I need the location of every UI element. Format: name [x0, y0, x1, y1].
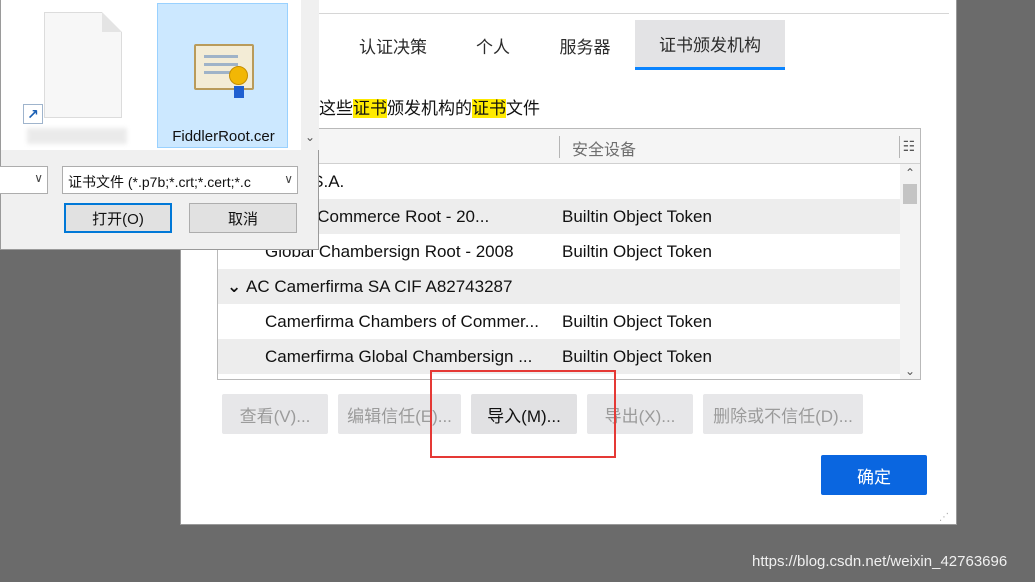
- tab-personal[interactable]: 个人: [451, 20, 535, 70]
- certificate-icon: [194, 44, 254, 98]
- file-item-selected[interactable]: FiddlerRoot.cer: [157, 3, 288, 148]
- file-list[interactable]: ↗ FiddlerRoot.cer: [1, 0, 301, 150]
- chevron-down-icon[interactable]: ∨: [34, 171, 43, 185]
- tree-row[interactable]: Camerfirma Chambers of Commer... Builtin…: [218, 304, 902, 339]
- row-device: Builtin Object Token: [562, 312, 712, 331]
- file-open-dialog: ↗ FiddlerRoot.cer ⌄ ∨ 证书文件 (*.p7b;*.crt;…: [0, 0, 319, 250]
- view-button[interactable]: 查看(V)...: [222, 394, 328, 434]
- desc-highlight-1: 证书: [353, 99, 387, 118]
- desc-highlight-2: 证书: [472, 99, 506, 118]
- tree-row[interactable]: ers of Commerce Root - 20... Builtin Obj…: [218, 199, 902, 234]
- cancel-button[interactable]: 取消: [189, 203, 297, 233]
- tree-row[interactable]: Camerfirma Global Chambersign ... Builti…: [218, 339, 902, 374]
- row-device: Builtin Object Token: [562, 242, 712, 261]
- column-header-security-device[interactable]: 安全设备: [572, 136, 636, 160]
- row-name: AC Camerfirma SA CIF A82743287: [246, 277, 513, 296]
- row-name: Camerfirma Chambers of Commer...: [265, 312, 539, 331]
- desc-part2: 颁发机构的: [387, 99, 472, 118]
- tree-row[interactable]: Global Chambersign Root - 2008 Builtin O…: [218, 234, 902, 269]
- column-separator[interactable]: [559, 136, 560, 158]
- certificate-tree[interactable]: 安全设备 ☷ rfirma S.A. ers of Commerce Root …: [217, 128, 921, 380]
- row-device: Builtin Object Token: [562, 207, 712, 226]
- resize-grip-icon[interactable]: ⋰: [939, 512, 953, 524]
- file-list-scrollbar[interactable]: ⌄: [301, 0, 319, 150]
- column-picker-icon[interactable]: ☷: [900, 135, 918, 157]
- desc-part3: 文件: [506, 99, 540, 118]
- tab-authorities[interactable]: 证书颁发机构: [635, 20, 785, 70]
- open-button[interactable]: 打开(O): [64, 203, 172, 233]
- tab-servers[interactable]: 服务器: [535, 20, 635, 70]
- ok-button[interactable]: 确定: [821, 455, 927, 495]
- blurred-file-name: [27, 128, 127, 144]
- chevron-down-icon[interactable]: ∨: [284, 172, 293, 186]
- scroll-down-icon[interactable]: ⌄: [900, 362, 920, 379]
- file-type-select[interactable]: 证书文件 (*.p7b;*.crt;*.cert;*.c ∨: [62, 166, 298, 194]
- chevron-down-icon[interactable]: ⌄: [227, 277, 241, 297]
- tree-row[interactable]: rfirma S.A.: [218, 164, 902, 199]
- scroll-down-icon[interactable]: ⌄: [301, 130, 319, 144]
- delete-distrust-button[interactable]: 删除或不信任(D)...: [703, 394, 863, 434]
- tree-row[interactable]: ⌄ AC Camerfirma SA CIF A82743287: [218, 269, 902, 304]
- file-type-value: 证书文件 (*.p7b;*.crt;*.cert;*.c: [68, 174, 251, 190]
- shortcut-arrow-icon: ↗: [23, 104, 43, 124]
- desc-part1: 这些: [319, 99, 353, 118]
- document-icon[interactable]: [44, 12, 122, 118]
- row-device: Builtin Object Token: [562, 347, 712, 366]
- scroll-up-icon[interactable]: ⌃: [900, 164, 920, 182]
- tree-scrollbar[interactable]: ⌃ ⌄: [900, 164, 920, 379]
- file-name-combo[interactable]: ∨: [0, 166, 48, 194]
- description-text: 这些证书颁发机构的证书文件: [319, 94, 540, 119]
- file-name: FiddlerRoot.cer: [172, 128, 275, 145]
- tree-header: 安全设备 ☷: [218, 129, 920, 164]
- scroll-thumb[interactable]: [903, 184, 917, 204]
- row-name: Camerfirma Global Chambersign ...: [265, 347, 533, 366]
- watermark: https://blog.csdn.net/weixin_42763696: [752, 553, 1008, 570]
- annotation-highlight-box: [430, 370, 616, 458]
- tab-authentication-decisions[interactable]: 认证决策: [335, 20, 451, 70]
